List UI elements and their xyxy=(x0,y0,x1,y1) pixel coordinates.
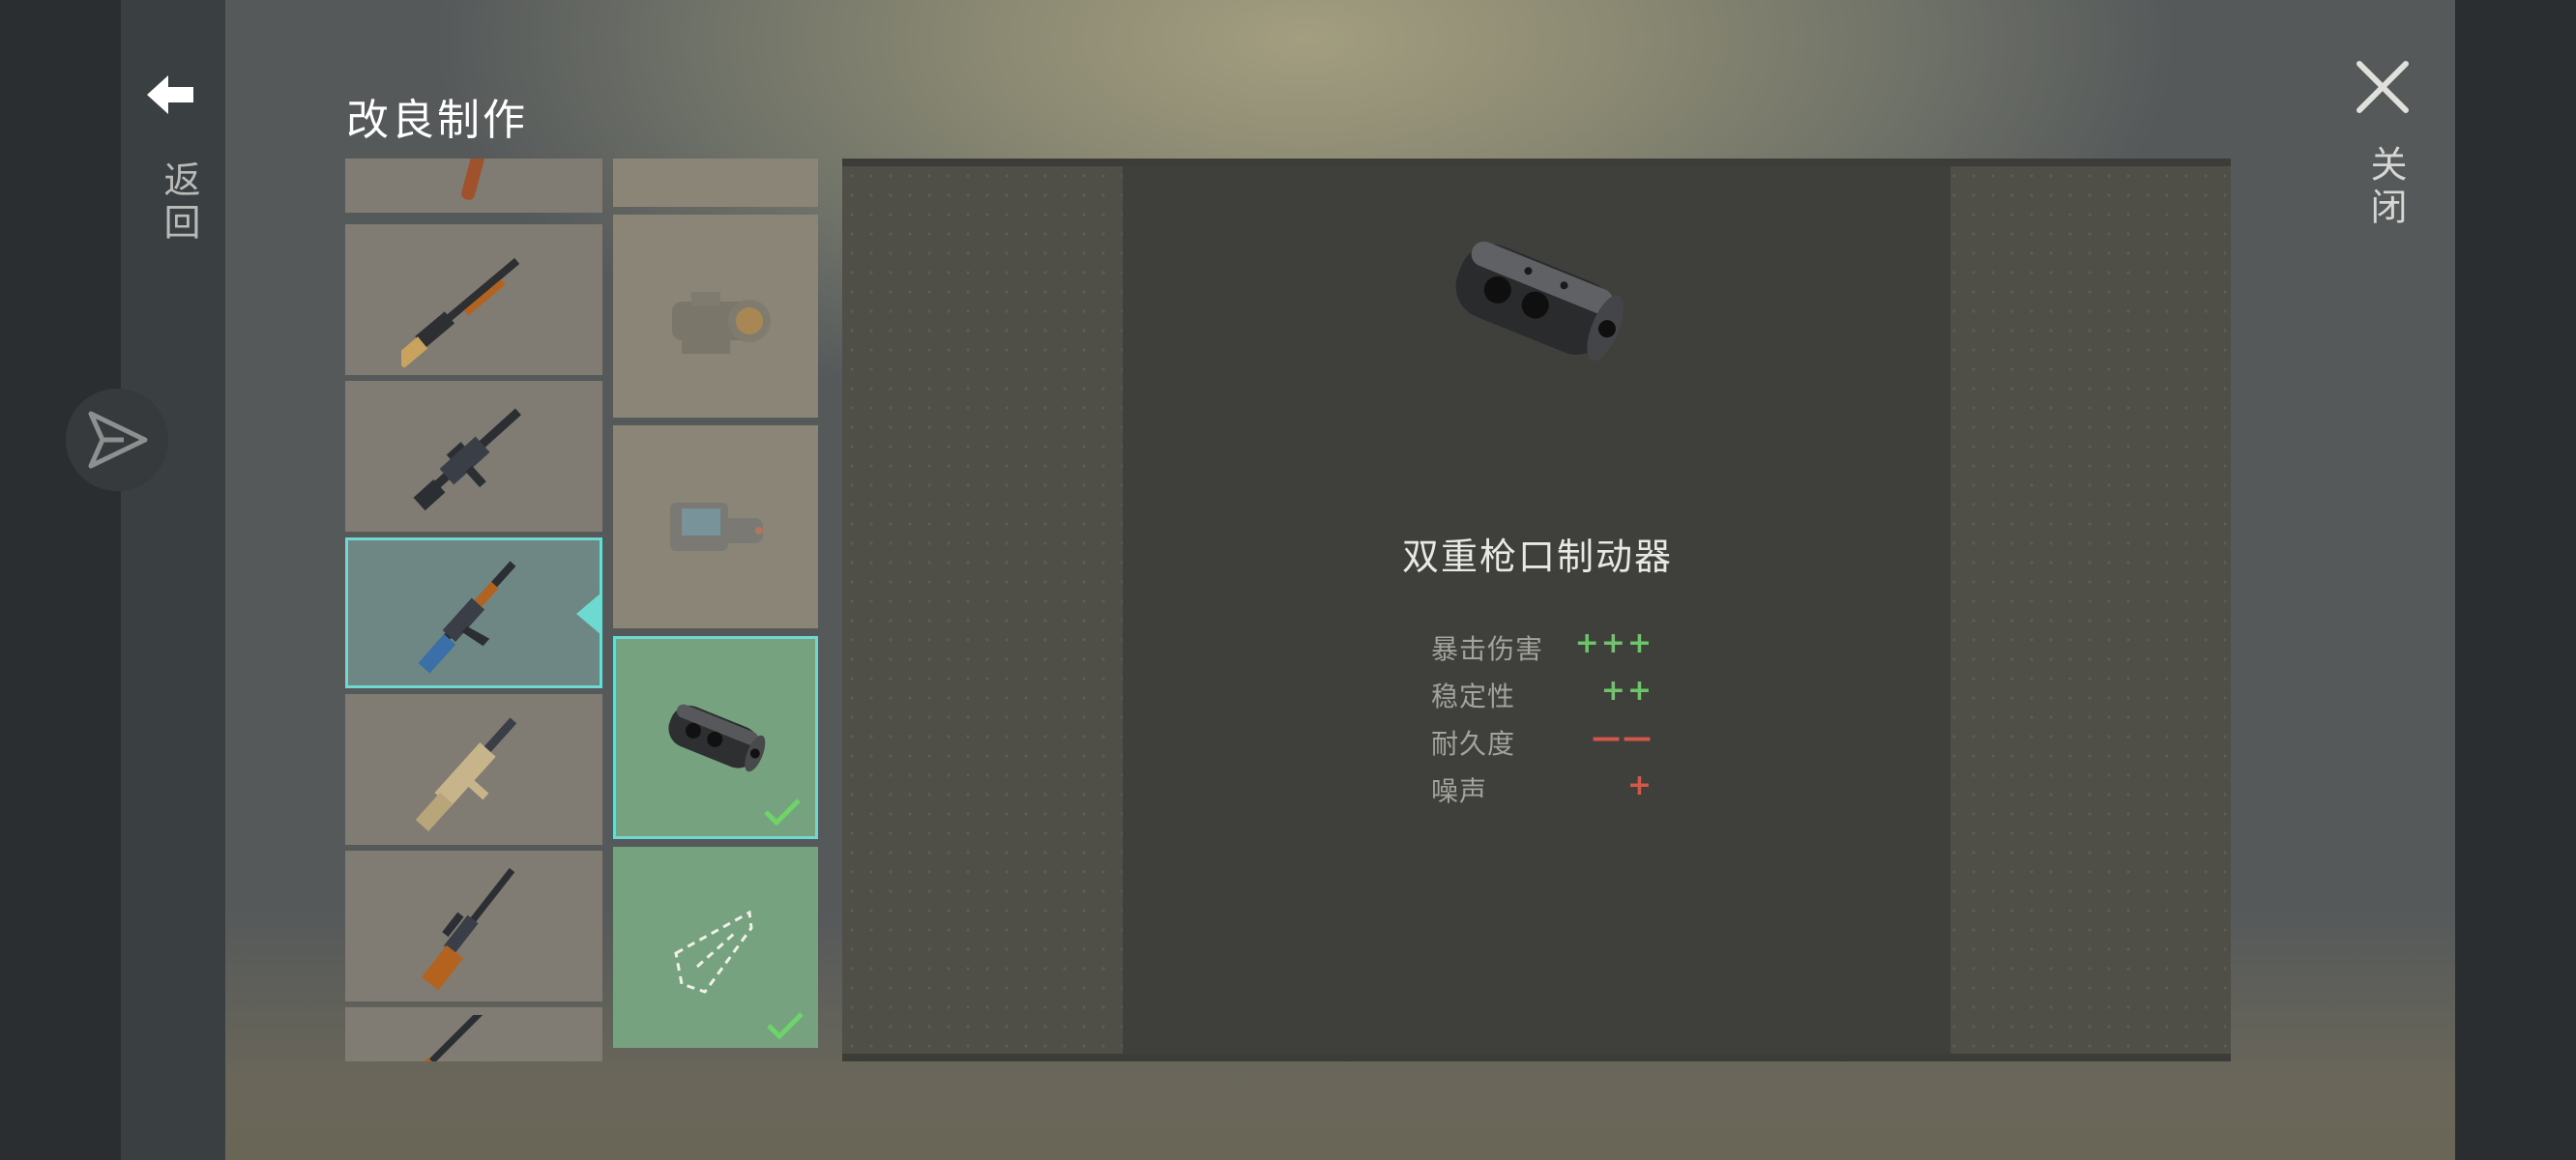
stat-row-durability: 耐久度 —— xyxy=(1431,721,1654,770)
stat-row-crit-damage: 暴击伤害 +++ xyxy=(1431,626,1654,676)
stat-label: 耐久度 xyxy=(1431,728,1516,760)
stat-row-stability: 稳定性 ++ xyxy=(1431,674,1654,723)
back-arrow-icon xyxy=(147,75,193,114)
rifle-icon xyxy=(461,159,492,200)
holo-sight-icon xyxy=(670,503,763,551)
back-button[interactable] xyxy=(143,68,197,122)
item-name: 双重枪口制动器 xyxy=(1401,536,1673,578)
rifle-icon xyxy=(407,1015,489,1061)
stats-list: 暴击伤害 +++ 稳定性 ++ 耐久度 —— 噪声 + xyxy=(1431,626,1654,818)
weapon-item-ak[interactable] xyxy=(345,537,602,688)
mod-item-top-partial[interactable] xyxy=(613,159,818,207)
mod-item-stock-outline[interactable] xyxy=(613,847,818,1048)
page-title: 改良制作 xyxy=(346,96,528,145)
close-icon xyxy=(2356,61,2409,113)
mod-item-holo-sight[interactable] xyxy=(613,425,818,628)
stat-label: 噪声 xyxy=(1431,775,1488,807)
weapon-item-svd[interactable] xyxy=(345,851,602,1001)
share-button[interactable] xyxy=(66,389,168,491)
right-border xyxy=(2455,0,2576,1160)
send-icon xyxy=(88,411,148,469)
left-border xyxy=(0,0,121,1160)
shotgun-icon xyxy=(401,257,520,367)
assault-rifle-icon xyxy=(413,408,521,511)
weapon-item-shotgun[interactable] xyxy=(345,224,602,375)
checkmark-icon xyxy=(764,798,801,826)
weapon-list[interactable] xyxy=(345,159,602,1061)
stat-label: 稳定性 xyxy=(1431,681,1516,712)
back-label[interactable]: 返回 xyxy=(153,160,206,246)
stat-value: ++ xyxy=(1600,674,1654,708)
red-dot-sight-icon xyxy=(672,292,771,354)
sniper-rifle-icon xyxy=(421,867,515,991)
mod-item-muzzle-brake[interactable] xyxy=(613,636,818,839)
close-label[interactable]: 关闭 xyxy=(2359,145,2413,230)
stat-value: + xyxy=(1626,768,1654,802)
stat-label: 暴击伤害 xyxy=(1431,633,1544,665)
stock-outline-icon xyxy=(674,910,753,994)
muzzle-brake-icon xyxy=(668,704,766,772)
ak-rifle-icon xyxy=(418,561,516,674)
checkmark-icon xyxy=(767,1012,804,1040)
weapon-item-top-partial[interactable] xyxy=(345,159,602,213)
close-button[interactable] xyxy=(2352,56,2414,118)
weapon-item-scar[interactable] xyxy=(345,694,602,845)
tan-rifle-icon xyxy=(415,717,517,832)
mod-list[interactable] xyxy=(613,159,818,1048)
weapon-item-m4[interactable] xyxy=(345,381,602,532)
mod-item-red-dot-sight[interactable] xyxy=(613,215,818,418)
muzzle-brake-large-icon xyxy=(1455,241,1624,362)
stat-row-noise: 噪声 + xyxy=(1431,768,1654,818)
stat-value: +++ xyxy=(1574,626,1654,660)
selection-pointer xyxy=(576,593,601,635)
stat-value: —— xyxy=(1592,721,1654,755)
weapon-item-bottom-partial[interactable] xyxy=(345,1007,602,1061)
